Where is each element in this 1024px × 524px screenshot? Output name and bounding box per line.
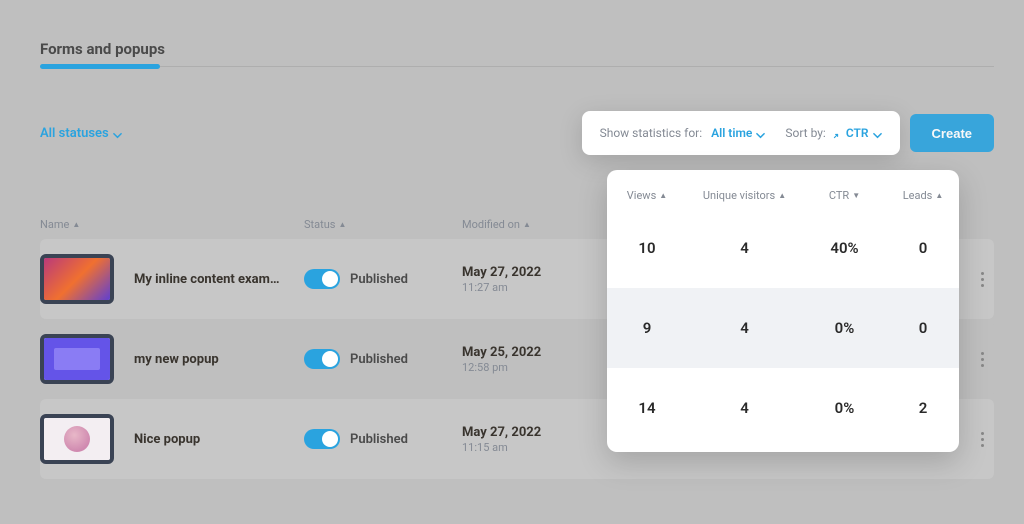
filter-status-label: All statuses bbox=[40, 126, 109, 141]
column-header-leads[interactable]: Leads ▲ bbox=[887, 189, 959, 202]
sort-caret-icon: ▲ bbox=[72, 220, 80, 229]
filter-status-dropdown[interactable]: All statuses bbox=[40, 126, 122, 141]
sort-by-label: Sort by: bbox=[785, 126, 826, 140]
sort-caret-icon: ▲ bbox=[659, 191, 667, 200]
create-button[interactable]: Create bbox=[910, 114, 994, 152]
sort-by-dropdown[interactable]: CTR bbox=[846, 126, 882, 140]
stats-row: 9 4 0% 0 bbox=[607, 288, 959, 368]
column-header-name[interactable]: Name ▲ bbox=[40, 218, 304, 231]
modified-cell: May 27, 2022 11:27 am bbox=[462, 265, 618, 294]
chevron-down-icon bbox=[756, 129, 765, 138]
status-text: Published bbox=[350, 352, 408, 367]
row-name[interactable]: My inline content example bbox=[134, 272, 284, 287]
sort-by-value: CTR bbox=[846, 126, 869, 140]
row-name[interactable]: my new popup bbox=[134, 352, 219, 367]
views-value: 10 bbox=[607, 239, 687, 257]
modified-cell: May 27, 2022 11:15 am bbox=[462, 425, 618, 454]
leads-value: 2 bbox=[887, 399, 959, 417]
sort-caret-icon: ▼ bbox=[852, 191, 860, 200]
modified-time: 11:15 am bbox=[462, 441, 618, 454]
publish-toggle[interactable] bbox=[304, 349, 340, 369]
sort-caret-icon: ▲ bbox=[778, 191, 786, 200]
status-text: Published bbox=[350, 272, 408, 287]
row-actions-menu[interactable] bbox=[973, 352, 991, 367]
sort-caret-icon: ▲ bbox=[338, 220, 346, 229]
publish-toggle[interactable] bbox=[304, 269, 340, 289]
leads-value: 0 bbox=[887, 319, 959, 337]
row-name[interactable]: Nice popup bbox=[134, 432, 200, 447]
sort-caret-icon: ▲ bbox=[935, 191, 943, 200]
status-text: Published bbox=[350, 432, 408, 447]
stats-row: 14 4 0% 2 bbox=[607, 368, 959, 448]
row-thumbnail[interactable] bbox=[40, 334, 114, 384]
sort-caret-icon: ▲ bbox=[523, 220, 531, 229]
row-actions-menu[interactable] bbox=[973, 432, 991, 447]
publish-toggle[interactable] bbox=[304, 429, 340, 449]
sort-direction-icon[interactable] bbox=[832, 129, 840, 137]
modified-date: May 27, 2022 bbox=[462, 425, 618, 440]
stats-sort-panel: Show statistics for: All time Sort by: C… bbox=[582, 111, 900, 155]
ctr-value: 40% bbox=[802, 239, 887, 257]
ctr-value: 0% bbox=[802, 319, 887, 337]
row-actions-menu[interactable] bbox=[973, 272, 991, 287]
column-header-unique[interactable]: Unique visitors ▲ bbox=[687, 189, 802, 202]
page-title: Forms and popups bbox=[40, 40, 994, 58]
row-thumbnail[interactable] bbox=[40, 254, 114, 304]
show-stats-label: Show statistics for: bbox=[600, 126, 703, 140]
show-stats-value: All time bbox=[711, 126, 752, 140]
modified-time: 12:58 pm bbox=[462, 361, 618, 374]
unique-value: 4 bbox=[687, 239, 802, 257]
column-header-status[interactable]: Status ▲ bbox=[304, 218, 462, 231]
stats-header-row: Views ▲ Unique visitors ▲ CTR ▼ Leads ▲ bbox=[607, 170, 959, 208]
views-value: 9 bbox=[607, 319, 687, 337]
unique-value: 4 bbox=[687, 319, 802, 337]
title-accent-bar bbox=[40, 64, 160, 69]
column-header-ctr[interactable]: CTR ▼ bbox=[802, 189, 887, 202]
modified-cell: May 25, 2022 12:58 pm bbox=[462, 345, 618, 374]
modified-date: May 27, 2022 bbox=[462, 265, 618, 280]
title-line bbox=[160, 66, 994, 67]
views-value: 14 bbox=[607, 399, 687, 417]
unique-value: 4 bbox=[687, 399, 802, 417]
chevron-down-icon bbox=[113, 129, 122, 138]
stats-row: 10 4 40% 0 bbox=[607, 208, 959, 288]
column-header-views[interactable]: Views ▲ bbox=[607, 189, 687, 202]
leads-value: 0 bbox=[887, 239, 959, 257]
modified-date: May 25, 2022 bbox=[462, 345, 618, 360]
ctr-value: 0% bbox=[802, 399, 887, 417]
modified-time: 11:27 am bbox=[462, 281, 618, 294]
title-divider bbox=[40, 64, 994, 69]
chevron-down-icon bbox=[873, 129, 882, 138]
row-thumbnail[interactable] bbox=[40, 414, 114, 464]
stats-panel: Views ▲ Unique visitors ▲ CTR ▼ Leads ▲ … bbox=[607, 170, 959, 452]
show-stats-dropdown[interactable]: All time bbox=[711, 126, 765, 140]
column-header-modified[interactable]: Modified on ▲ bbox=[462, 218, 618, 231]
